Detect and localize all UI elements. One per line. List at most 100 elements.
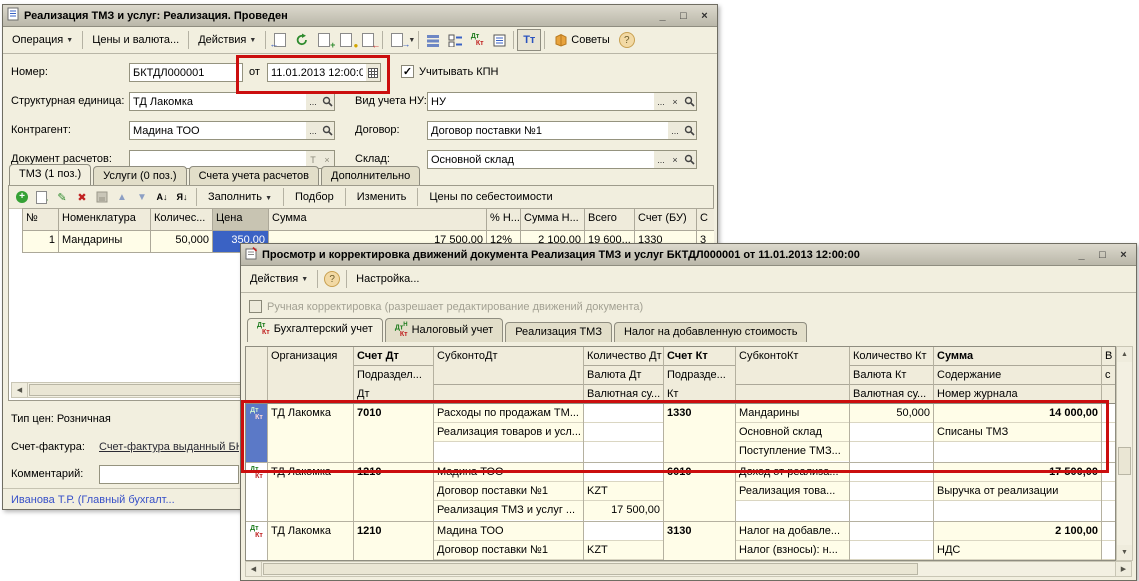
fill-menu-button[interactable]: Заполнить ▼ bbox=[202, 189, 278, 205]
cell-dt-account[interactable]: 1210 bbox=[354, 463, 434, 521]
scroll-right-button[interactable]: ▶ bbox=[1115, 562, 1131, 576]
go-to-icon[interactable]: → bbox=[386, 30, 408, 50]
dtkt-postings-icon[interactable]: ДтКт bbox=[466, 30, 488, 50]
copy-document-icon[interactable]: + bbox=[313, 30, 335, 50]
cell-number[interactable]: 1 bbox=[23, 231, 59, 253]
scroll-left-button[interactable]: ◀ bbox=[12, 383, 28, 397]
description-toggle-button[interactable]: Тт bbox=[517, 29, 541, 51]
warehouse-select-button[interactable]: ... bbox=[654, 150, 669, 169]
cell-dt-quantity[interactable] bbox=[584, 404, 664, 462]
col-number[interactable]: № bbox=[23, 209, 59, 231]
tips-button[interactable]: Советы bbox=[548, 30, 615, 50]
col-quantity[interactable]: Количес... bbox=[151, 209, 213, 231]
write-document-icon[interactable]: ← bbox=[269, 30, 291, 50]
window1-titlebar[interactable]: Реализация ТМЗ и услуг: Реализация. Пров… bbox=[3, 5, 717, 27]
nu-input[interactable] bbox=[427, 92, 655, 111]
tab-realization-tmz[interactable]: Реализация ТМЗ bbox=[505, 322, 612, 342]
cell-dt-subconto[interactable]: Мадина ТОО Договор поставки №1 Реализаци… bbox=[434, 463, 584, 521]
header-kt-subconto[interactable]: СубконтоКт bbox=[736, 347, 850, 403]
scroll-left-button[interactable]: ◀ bbox=[246, 562, 262, 576]
col-sum[interactable]: Сумма bbox=[269, 209, 487, 231]
col-cut[interactable]: С bbox=[697, 209, 714, 231]
close-button[interactable]: × bbox=[1115, 247, 1132, 262]
cell-organization[interactable]: ТД Лакомка bbox=[268, 404, 354, 462]
movement-row[interactable]: ДтКт ТД Лакомка 1210 Мадина ТОО Договор … bbox=[246, 463, 1115, 522]
nu-clear-button[interactable]: × bbox=[668, 92, 683, 111]
unit-select-button[interactable]: ... bbox=[306, 92, 321, 111]
invoice-link[interactable]: Счет-фактура выданный БК bbox=[99, 441, 239, 453]
add-row-icon[interactable]: + bbox=[13, 189, 31, 206]
contract-open-button[interactable] bbox=[682, 121, 697, 140]
col-price[interactable]: Цена bbox=[213, 209, 269, 231]
tab-settlement-accounts[interactable]: Счета учета расчетов bbox=[189, 166, 319, 186]
cell-kt-account[interactable]: 6010 bbox=[664, 463, 736, 521]
pick-button[interactable]: Подбор bbox=[289, 189, 340, 205]
warehouse-open-button[interactable] bbox=[682, 150, 697, 169]
row-dtkt-icon[interactable]: ДтКт bbox=[246, 522, 268, 561]
prices-currency-button[interactable]: Цены и валюта... bbox=[86, 31, 185, 49]
cell-nomenclature[interactable]: Мандарины bbox=[59, 231, 151, 253]
cell-kt-account[interactable]: 1330 bbox=[664, 404, 736, 462]
col-nomenclature[interactable]: Номенклатура bbox=[59, 209, 151, 231]
cell-sum[interactable]: 14 000,00 Списаны ТМЗ bbox=[934, 404, 1102, 462]
cell-dt-account[interactable]: 7010 bbox=[354, 404, 434, 462]
header-dt-account[interactable]: Счет Дт Подраздел... Дт bbox=[354, 347, 434, 403]
contract-select-button[interactable]: ... bbox=[668, 121, 683, 140]
move-down-icon[interactable]: ▼ bbox=[133, 189, 151, 206]
help-button[interactable]: ? bbox=[321, 269, 343, 289]
header-dt-subconto[interactable]: СубконтоДт bbox=[434, 347, 584, 403]
scrollbar-thumb[interactable] bbox=[263, 563, 918, 575]
actions-menu-button[interactable]: Действия▼ bbox=[192, 31, 262, 49]
unit-input[interactable] bbox=[129, 92, 307, 111]
col-vat-sum[interactable]: Сумма Н... bbox=[521, 209, 585, 231]
actions-menu-button[interactable]: Действия▼ bbox=[244, 270, 314, 288]
header-organization[interactable]: Организация bbox=[268, 347, 354, 403]
comment-input[interactable] bbox=[99, 465, 239, 484]
nu-open-button[interactable] bbox=[682, 92, 697, 111]
header-sum[interactable]: Сумма Содержание Номер журнала bbox=[934, 347, 1102, 403]
col-account-bu[interactable]: Счет (БУ) bbox=[635, 209, 697, 231]
row-dtkt-icon[interactable]: ДтКт bbox=[246, 463, 268, 521]
refresh-icon[interactable] bbox=[291, 30, 313, 50]
help-button[interactable]: ? bbox=[616, 30, 638, 50]
scroll-down-button[interactable]: ▼ bbox=[1117, 545, 1132, 560]
cell-dt-account[interactable]: 1210 bbox=[354, 522, 434, 561]
header-dt-quantity[interactable]: Количество Дт Валюта Дт Валютная су... bbox=[584, 347, 664, 403]
contractor-select-button[interactable]: ... bbox=[306, 121, 321, 140]
tab-additional[interactable]: Дополнительно bbox=[321, 166, 420, 186]
settings-button[interactable]: Настройка... bbox=[350, 270, 425, 288]
unpost-document-icon[interactable]: ← bbox=[357, 30, 379, 50]
cell-kt-subconto[interactable]: Доход от реализа... Реализация това... bbox=[736, 463, 850, 521]
tab-tmz[interactable]: ТМЗ (1 поз.) bbox=[9, 164, 91, 186]
header-kt-quantity[interactable]: Количество Кт Валюта Кт Валютная су... bbox=[850, 347, 934, 403]
tab-vat[interactable]: Налог на добавленную стоимость bbox=[614, 322, 807, 342]
manual-correction-checkbox[interactable] bbox=[249, 300, 262, 313]
tab-tax-accounting[interactable]: ДтНКт Налоговый учет bbox=[385, 318, 503, 342]
number-input[interactable] bbox=[129, 63, 243, 82]
close-button[interactable]: × bbox=[696, 8, 713, 23]
cell-sum[interactable]: 2 100,00 НДС bbox=[934, 522, 1102, 561]
contractor-input[interactable] bbox=[129, 121, 307, 140]
sort-desc-icon[interactable]: Я↓ bbox=[173, 189, 191, 206]
kpn-checkbox[interactable]: ✓ bbox=[401, 65, 414, 78]
cell-quantity[interactable]: 50,000 bbox=[151, 231, 213, 253]
cell-organization[interactable]: ТД Лакомка bbox=[268, 522, 354, 561]
row-dtkt-icon[interactable]: ДтКт bbox=[246, 404, 268, 462]
cell-kt-subconto[interactable]: Налог на добавле... Налог (взносы): н... bbox=[736, 522, 850, 561]
movements-h-scrollbar[interactable]: ◀ ▶ bbox=[245, 561, 1132, 577]
window2-titlebar[interactable]: Просмотр и корректировка движений докуме… bbox=[241, 244, 1136, 266]
sort-asc-icon[interactable]: А↓ bbox=[153, 189, 171, 206]
contractor-open-button[interactable] bbox=[320, 121, 335, 140]
move-up-icon[interactable]: ▲ bbox=[113, 189, 131, 206]
cell-dt-subconto[interactable]: Расходы по продажам ТМ... Реализация тов… bbox=[434, 404, 584, 462]
copy-row-icon[interactable]: + bbox=[33, 189, 51, 206]
date-input[interactable] bbox=[267, 63, 367, 82]
tab-services[interactable]: Услуги (0 поз.) bbox=[93, 166, 186, 186]
contract-input[interactable] bbox=[427, 121, 669, 140]
cell-kt-quantity[interactable] bbox=[850, 463, 934, 521]
cell-dt-subconto[interactable]: Мадина ТОО Договор поставки №1 bbox=[434, 522, 584, 561]
structure-list-icon[interactable] bbox=[422, 30, 444, 50]
header-kt-account[interactable]: Счет Кт Подразде... Кт bbox=[664, 347, 736, 403]
journal-icon[interactable] bbox=[488, 30, 510, 50]
unit-open-button[interactable] bbox=[320, 92, 335, 111]
